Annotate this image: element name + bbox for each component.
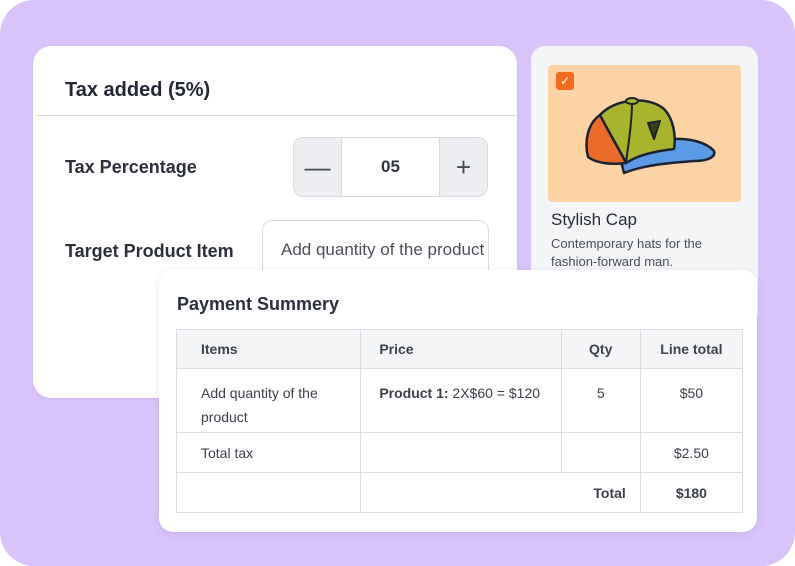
plus-icon: + [455, 151, 472, 182]
divider [37, 115, 517, 116]
check-icon: ✓ [559, 74, 571, 88]
target-product-label: Target Product Item [65, 241, 234, 261]
item-cell: Add quantity of the product [175, 368, 362, 433]
item-cell: Total tax [175, 432, 362, 473]
column-header-qty: Qty [560, 329, 641, 369]
table-row: Add quantity of the product Product 1: 2… [175, 368, 744, 433]
summary-table: Items Price Qty Line total Add quantity … [175, 329, 744, 513]
line-total-cell: $2.50 [639, 432, 744, 473]
product-name: Stylish Cap [551, 210, 637, 229]
total-label: Total [360, 472, 641, 513]
tax-percentage-stepper: — 05 + [293, 137, 488, 197]
empty-cell [175, 472, 362, 513]
column-header-items: Items [175, 329, 362, 369]
product-image: ✓ [548, 65, 741, 202]
payment-summary-card: Payment Summery Items Price Qty Line tot… [159, 270, 757, 532]
table-row: Total tax $2.50 [175, 432, 744, 473]
decrement-button[interactable]: — [294, 138, 341, 196]
column-header-line-total: Line total [639, 329, 744, 369]
tax-percentage-label: Tax Percentage [65, 157, 197, 177]
line-total-cell: $50 [639, 368, 744, 433]
qty-cell [560, 432, 641, 473]
table-header-row: Items Price Qty Line total [175, 329, 744, 369]
summary-title: Payment Summery [177, 294, 340, 314]
price-label: Product 1: [379, 385, 449, 401]
cap-illustration-icon [585, 97, 716, 175]
tax-percentage-value[interactable]: 05 [341, 138, 440, 196]
product-description: Contemporary hats for the fashion-forwar… [551, 236, 703, 269]
qty-cell: 5 [560, 368, 641, 433]
selected-checkbox[interactable]: ✓ [556, 72, 574, 90]
price-cell [360, 432, 562, 473]
price-value: 2X$60 = $120 [448, 385, 541, 401]
tax-card-title: Tax added (5%) [65, 79, 211, 101]
minus-icon: — [304, 151, 331, 182]
total-row: Total $180 [175, 472, 744, 513]
total-value: $180 [639, 472, 744, 513]
increment-button[interactable]: + [440, 138, 487, 196]
column-header-price: Price [360, 329, 562, 369]
price-cell: Product 1: 2X$60 = $120 [360, 368, 562, 433]
